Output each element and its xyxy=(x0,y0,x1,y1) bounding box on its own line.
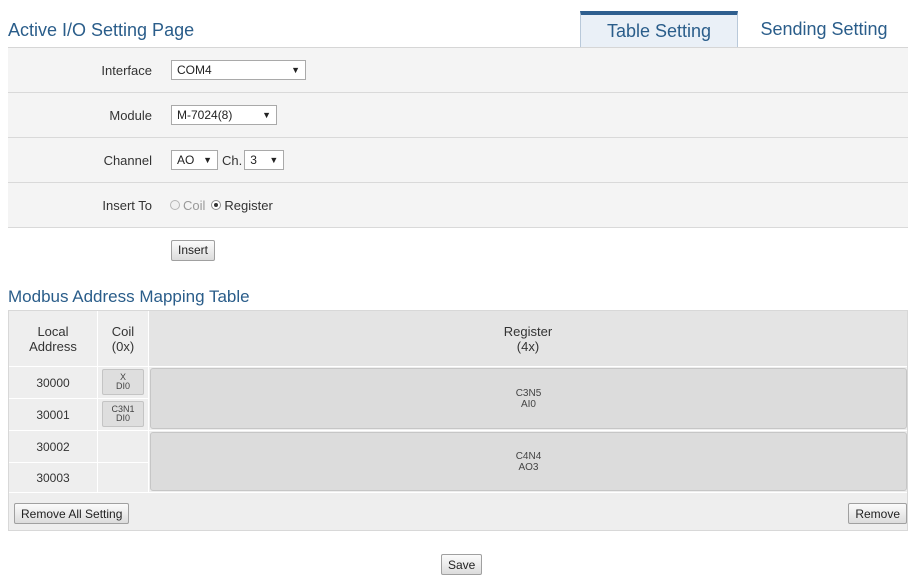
row-divider xyxy=(9,430,907,431)
header-coil-label: Coil xyxy=(111,323,135,339)
interface-select-value: COM4 xyxy=(177,63,212,77)
chevron-down-icon: ▼ xyxy=(269,155,279,165)
header-local-address: Local Address xyxy=(9,311,97,366)
register-cell[interactable]: C3N5 AI0 xyxy=(150,368,907,429)
coil-cell-line2: DI0 xyxy=(115,381,130,391)
interface-label: Interface xyxy=(101,62,152,78)
register-cell-line1: C3N5 xyxy=(515,387,542,399)
channel-type-value: AO xyxy=(177,153,195,167)
interface-row: Interface COM4 ▼ xyxy=(8,48,908,93)
channel-label: Channel xyxy=(103,152,152,168)
header-register-sub: (4x) xyxy=(516,338,540,354)
module-select-value: M-7024(8) xyxy=(177,108,233,122)
remove-button[interactable]: Remove xyxy=(848,503,907,524)
column-divider xyxy=(148,311,149,492)
remove-all-setting-button[interactable]: Remove All Setting xyxy=(14,503,130,524)
module-label: Module xyxy=(109,107,152,123)
chevron-down-icon: ▼ xyxy=(262,110,271,120)
coil-radio-label: Coil xyxy=(183,197,206,213)
chevron-down-icon: ▼ xyxy=(203,155,212,165)
address-cell: 30002 xyxy=(36,439,70,454)
row-divider xyxy=(9,366,907,367)
ch-label: Ch. xyxy=(222,152,243,168)
register-cell-line2: AO3 xyxy=(518,461,539,473)
register-radio[interactable] xyxy=(211,200,222,210)
coil-cell-line2: DI0 xyxy=(115,413,130,423)
address-cell: 30000 xyxy=(36,375,70,390)
module-row: Module M-7024(8) ▼ xyxy=(8,93,908,138)
mapping-table-title: Modbus Address Mapping Table xyxy=(8,287,250,306)
register-cell[interactable]: C4N4 AO3 xyxy=(150,432,907,491)
page-title: Active I/O Setting Page xyxy=(8,20,195,40)
channel-number-value: 3 xyxy=(250,153,257,167)
address-cell: 30003 xyxy=(36,470,70,485)
channel-type-select[interactable]: AO ▼ xyxy=(171,150,218,170)
channel-row: Channel AO ▼ Ch. 3 ▼ xyxy=(8,138,908,183)
address-cell: 30001 xyxy=(36,407,70,422)
header-register: Register (4x) xyxy=(149,311,907,366)
channel-number-select[interactable]: 3 ▼ xyxy=(244,150,285,170)
tab-table-setting[interactable]: Table Setting xyxy=(580,11,738,48)
register-cell-line2: AI0 xyxy=(520,398,536,410)
header-local-address-label: Local Address xyxy=(29,323,77,354)
header-register-label: Register xyxy=(503,323,553,339)
insert-to-row: Insert To Coil Register xyxy=(8,183,908,228)
module-select[interactable]: M-7024(8) ▼ xyxy=(171,105,277,125)
register-cell-line1: C4N4 xyxy=(515,450,542,462)
coil-cell[interactable]: C3N1 DI0 xyxy=(102,401,144,427)
column-divider xyxy=(97,311,98,492)
coil-cell[interactable]: X DI0 xyxy=(102,369,144,395)
chevron-down-icon: ▼ xyxy=(291,65,300,75)
row-divider xyxy=(9,492,907,493)
settings-form: Interface COM4 ▼ Module M-7024(8) ▼ Chan… xyxy=(8,48,908,272)
insert-to-label: Insert To xyxy=(102,197,152,213)
header-coil-sub: (0x) xyxy=(111,338,135,354)
coil-radio[interactable] xyxy=(170,200,180,210)
register-radio-label: Register xyxy=(224,197,273,213)
insert-button-row: Insert xyxy=(8,228,908,272)
interface-select[interactable]: COM4 ▼ xyxy=(171,60,306,80)
tab-sending-setting[interactable]: Sending Setting xyxy=(740,11,908,48)
insert-button[interactable]: Insert xyxy=(171,239,216,261)
mapping-table: Local Address Coil (0x) Register (4x) 30… xyxy=(8,310,908,531)
header-coil: Coil (0x) xyxy=(98,311,148,366)
